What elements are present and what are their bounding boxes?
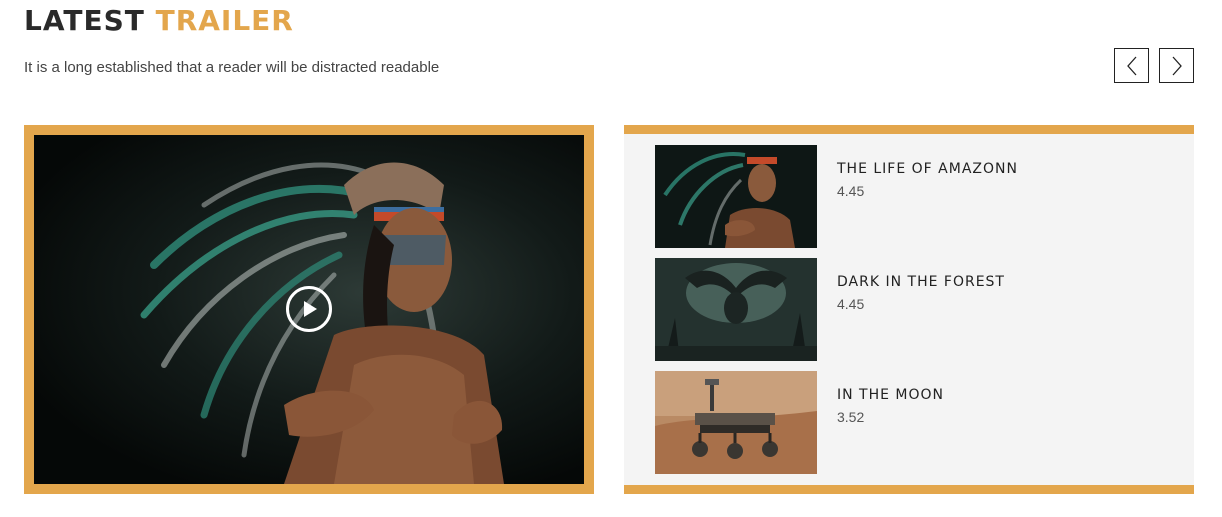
chevron-left-icon — [1126, 56, 1136, 75]
thumbnail-amazonn — [655, 145, 817, 248]
title-part-latest: LATEST — [24, 4, 145, 37]
playlist-item-rating: 4.45 — [837, 183, 865, 199]
playlist-item-title: IN THE MOON — [837, 387, 945, 403]
thumbnail-forest — [655, 258, 817, 361]
playlist-item-rating: 3.52 — [837, 409, 865, 425]
trailer-playlist: THE LIFE OF AMAZONN 4.45 DARK IN THE FOR… — [624, 125, 1194, 494]
chevron-right-icon — [1172, 56, 1182, 75]
playlist-item-rating: 4.45 — [837, 296, 865, 312]
video-player — [24, 125, 594, 494]
section-subtitle: It is a long established that a reader w… — [24, 59, 440, 76]
video-thumbnail[interactable] — [34, 135, 584, 484]
playlist-item-title: DARK IN THE FOREST — [837, 274, 1005, 290]
playlist-item-moon[interactable]: IN THE MOON 3.52 — [655, 371, 1175, 474]
next-button[interactable] — [1159, 48, 1194, 83]
playlist-item-forest[interactable]: DARK IN THE FOREST 4.45 — [655, 258, 1175, 361]
prev-button[interactable] — [1114, 48, 1149, 83]
playlist-item-title: THE LIFE OF AMAZONN — [837, 161, 1018, 177]
playlist-item-amazonn[interactable]: THE LIFE OF AMAZONN 4.45 — [655, 145, 1175, 248]
thumbnail-moon — [655, 371, 817, 474]
title-part-trailer: TRAILER — [155, 4, 294, 37]
play-button[interactable] — [286, 286, 332, 332]
section-title: LATEST TRAILER — [24, 6, 294, 36]
play-icon — [304, 301, 317, 317]
